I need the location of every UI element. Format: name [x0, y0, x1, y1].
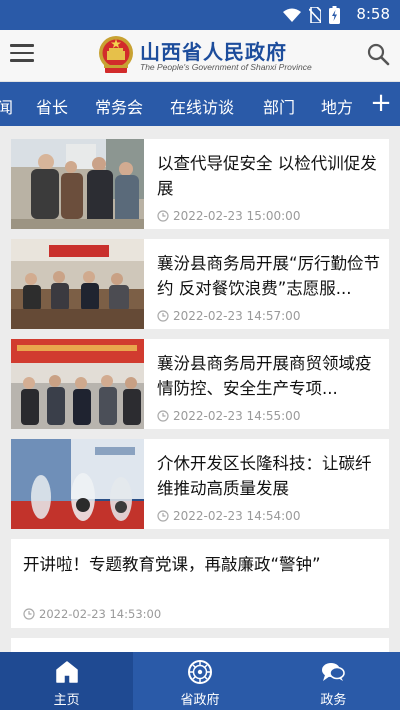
- chat-icon: [322, 663, 346, 681]
- add-tab-button[interactable]: +: [362, 82, 400, 126]
- wifi-icon: [283, 8, 301, 22]
- tab-executive-meeting[interactable]: 常务会: [95, 94, 143, 118]
- news-card[interactable]: 开讲啦！专题教育党课，再敲廉政“警钟” 2022-02-23 14:53:00: [11, 539, 389, 628]
- clock-icon: [157, 210, 169, 222]
- news-time: 2022-02-23 15:00:00: [173, 209, 301, 223]
- news-card[interactable]: 襄汾县商务局开展商贸领域疫情防控、安全生产专项... 2022-02-23 14…: [11, 339, 389, 429]
- news-time: 2022-02-23 14:57:00: [173, 309, 301, 323]
- news-meta: 2022-02-23 15:00:00: [157, 209, 300, 223]
- clock-icon: [157, 410, 169, 422]
- app-header: 山西省人民政府 The People's Government of Shanx…: [0, 30, 400, 82]
- news-feed[interactable]: 以查代导促安全 以检代训促发展 2022-02-23 15:00:00 襄汾县商…: [0, 126, 400, 652]
- clock-icon: [23, 608, 35, 620]
- logo-subtitle: The People's Government of Shanxi Provin…: [140, 62, 312, 72]
- status-bar: 8:58: [0, 0, 400, 30]
- news-card[interactable]: 襄汾县商务局开展“厉行勤俭节约 反对餐饮浪费”志愿服... 2022-02-23…: [11, 239, 389, 329]
- battery-charging-icon: [329, 6, 340, 24]
- news-title: 襄汾县商务局开展商贸领域疫情防控、安全生产专项...: [157, 354, 372, 398]
- bottom-navigation: 主页 省政府 政务: [0, 652, 400, 710]
- news-meta: 2022-02-23 14:55:00: [157, 409, 300, 423]
- category-tabbar: 闻 省长 常务会 在线访谈 部门 地方 +: [0, 82, 400, 126]
- news-title: 襄汾县商务局开展“厉行勤俭节约 反对餐饮浪费”志愿服...: [157, 254, 381, 298]
- clock-icon: [157, 310, 169, 322]
- tab-online-interview[interactable]: 在线访谈: [170, 94, 234, 118]
- tab-departments[interactable]: 部门: [263, 94, 295, 118]
- news-thumbnail: [11, 239, 144, 329]
- tab-local[interactable]: 地方: [321, 94, 353, 118]
- news-time: 2022-02-23 14:53:00: [39, 607, 162, 621]
- status-time: 8:58: [356, 5, 390, 23]
- clock-icon: [157, 510, 169, 522]
- news-time: 2022-02-23 14:55:00: [173, 409, 301, 423]
- nav-government-affairs-label: 政务: [320, 693, 347, 708]
- site-logo: 山西省人民政府 The People's Government of Shanx…: [96, 33, 312, 79]
- news-meta: 2022-02-23 14:54:00: [157, 509, 300, 523]
- emblem-icon: [187, 660, 212, 684]
- menu-button[interactable]: [10, 44, 34, 64]
- tab-governor[interactable]: 省长: [36, 94, 68, 118]
- news-card[interactable]: 介休开发区长隆科技：让碳纤维推动高质量发展 2022-02-23 14:54:0…: [11, 439, 389, 529]
- home-icon: [55, 661, 78, 683]
- nav-province-government-label: 省政府: [180, 693, 220, 708]
- hamburger-icon-line: [10, 51, 34, 54]
- news-card[interactable]: 以查代导促安全 以检代训促发展 2022-02-23 15:00:00: [11, 139, 389, 229]
- nav-province-government[interactable]: 省政府: [133, 652, 266, 710]
- news-card[interactable]: [11, 638, 389, 652]
- nav-government-affairs[interactable]: 政务: [267, 652, 400, 710]
- news-thumbnail: [11, 339, 144, 429]
- nav-home[interactable]: 主页: [0, 652, 134, 710]
- news-meta: 2022-02-23 14:53:00: [23, 607, 161, 621]
- news-meta: 2022-02-23 14:57:00: [157, 309, 300, 323]
- tab-news[interactable]: 闻: [0, 94, 13, 118]
- search-icon[interactable]: [366, 42, 390, 66]
- news-thumbnail: [11, 139, 144, 229]
- no-sim-icon: [309, 7, 321, 23]
- nav-home-label: 主页: [53, 693, 80, 708]
- news-time: 2022-02-23 14:54:00: [173, 509, 301, 523]
- logo-title: 山西省人民政府: [140, 40, 287, 64]
- hamburger-icon: [10, 44, 34, 47]
- news-title: 以查代导促安全 以检代训促发展: [157, 154, 377, 198]
- national-emblem-icon: [99, 36, 133, 73]
- news-title: 介休开发区长隆科技：让碳纤维推动高质量发展: [157, 454, 372, 498]
- status-icons: [283, 6, 340, 24]
- hamburger-icon-line: [10, 59, 34, 62]
- news-title: 开讲啦！专题教育党课，再敲廉政“警钟”: [23, 555, 321, 574]
- news-thumbnail: [11, 439, 144, 529]
